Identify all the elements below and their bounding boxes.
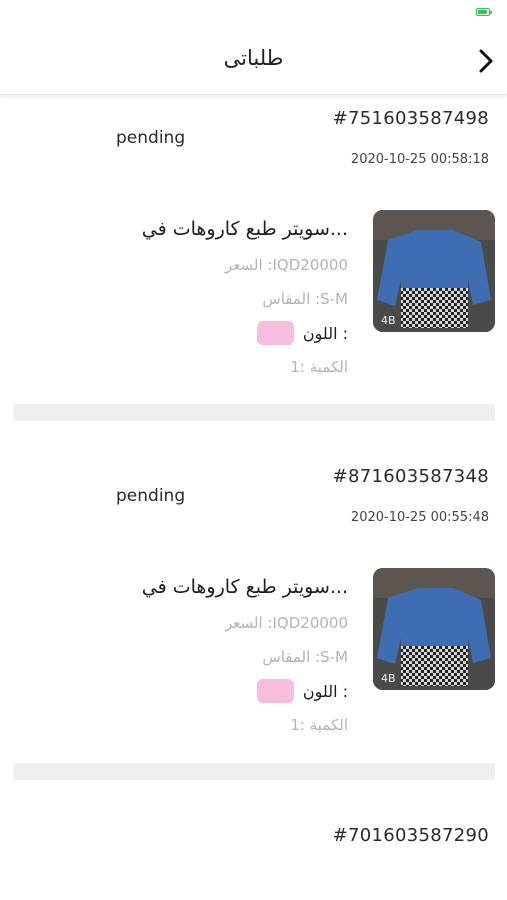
chevron-right-icon (479, 49, 493, 73)
order-divider (13, 763, 495, 780)
nav-bar: طلباتی (0, 28, 507, 95)
product-quantity: الكمية :1 (290, 358, 348, 376)
order-divider (13, 404, 495, 421)
order-number: #751603587498 (332, 108, 489, 129)
product-price: السعر :IQD20000 (225, 256, 348, 274)
back-button[interactable] (471, 46, 499, 76)
page-title: طلباتی (223, 46, 284, 70)
status-bar (0, 0, 507, 28)
color-swatch (257, 679, 294, 703)
product-price: السعر :IQD20000 (225, 614, 348, 632)
product-image[interactable]: 4B (373, 210, 495, 332)
battery-icon (476, 8, 492, 16)
order-number: #871603587348 (332, 466, 489, 487)
color-swatch (257, 321, 294, 345)
order-date: 2020-10-25 00:55:48 (350, 510, 489, 525)
product-quantity: الكمية :1 (290, 716, 348, 734)
order-status: pending (116, 128, 186, 148)
product-color-label: اللون : (302, 324, 348, 343)
product-title[interactable]: سويتر طبع كاروهات في... (142, 576, 348, 598)
product-size: المقاس :S-M (262, 648, 348, 666)
product-title[interactable]: سويتر طبع كاروهات في... (142, 218, 348, 240)
product-color-label: اللون : (302, 682, 348, 701)
svg-text:4B: 4B (381, 672, 396, 685)
order-date: 2020-10-25 00:58:18 (350, 152, 489, 167)
product-size: المقاس :S-M (262, 290, 348, 308)
order-number: #701603587290 (332, 825, 489, 846)
product-image[interactable]: 4B (373, 568, 495, 690)
svg-text:4B: 4B (381, 314, 396, 327)
order-status: pending (116, 486, 186, 506)
